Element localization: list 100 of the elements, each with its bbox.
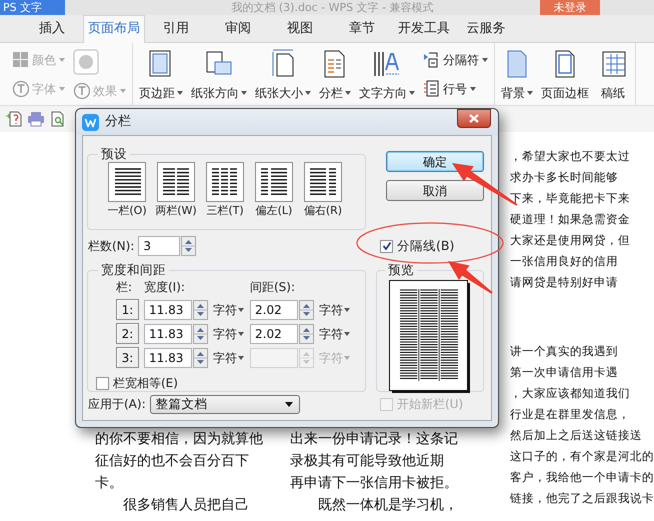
text-line: 录极其有可能导致他近期: [290, 452, 444, 471]
ribbon-button[interactable]: 行号: [423, 80, 488, 98]
ribbon-button[interactable]: 页边距: [135, 43, 187, 105]
equal-width-checkbox[interactable]: [96, 376, 109, 390]
spin-button[interactable]: [299, 300, 314, 320]
ribbon-button[interactable]: 背景: [497, 43, 537, 105]
text-line: 请网贷是特别好申请: [510, 274, 618, 291]
column-header: 栏:: [116, 279, 134, 296]
text-line: 行业是在群里发信息，: [510, 406, 630, 423]
unit-dropdown[interactable]: 字符: [213, 348, 245, 366]
unit-dropdown[interactable]: 字符: [319, 324, 351, 342]
width-field[interactable]: 11.83: [144, 348, 192, 368]
text-line: 大家还是使用网贷，但: [510, 232, 630, 249]
unit-dropdown[interactable]: 字符: [319, 300, 351, 318]
apply-to-dropdown[interactable]: 整篇文档: [150, 394, 300, 414]
checkbox-label: 开始新栏(U): [397, 396, 464, 413]
text-line: 下来，毕竟能把卡下来: [510, 190, 630, 207]
line-number-icon: [423, 80, 440, 97]
spin-button[interactable]: [193, 348, 208, 368]
text-line: 求办卡多长时间能够: [510, 169, 618, 186]
text-line: 硬道理！如果急需资金: [510, 211, 630, 228]
ok-button[interactable]: 确定: [386, 151, 484, 172]
text-line: ，希望大家也不要太过: [510, 148, 630, 165]
text-line: 很多销售人员把自己: [122, 496, 249, 515]
text-line: 链接，他完了之后跟我说卡: [510, 490, 654, 507]
width-field[interactable]: 11.83: [144, 300, 192, 320]
app-menu-button[interactable]: PS 文字: [0, 0, 65, 15]
preset-button[interactable]: [206, 162, 244, 202]
cancel-button[interactable]: 取消: [386, 180, 484, 201]
printer-icon[interactable]: [27, 111, 45, 127]
text-line: ，大家应该都知道我们: [510, 385, 630, 402]
dialog-title: 分栏: [105, 113, 131, 132]
text-line: 卡。: [95, 474, 123, 493]
ribbon-tab[interactable]: 页面布局: [83, 15, 145, 43]
preset-label: 一栏(O): [107, 203, 147, 219]
preset-label: 三栏(T): [206, 203, 244, 219]
print-preview-icon[interactable]: [50, 111, 66, 127]
spin-button[interactable]: [181, 236, 196, 256]
ribbon-button[interactable]: 分栏: [315, 43, 355, 105]
spacing-field[interactable]: 2.02: [250, 300, 298, 320]
column-number-button[interactable]: 2:: [116, 323, 139, 344]
new-document-icon[interactable]: [6, 111, 22, 127]
preset-label: 两栏(W): [155, 203, 197, 219]
column-count-field[interactable]: 3: [138, 236, 180, 256]
width-field[interactable]: 11.83: [144, 324, 192, 344]
group-label: 预设: [100, 146, 128, 162]
separator-checkbox[interactable]: [380, 240, 393, 252]
annotation-arrow: [448, 261, 493, 294]
checkbox-label: 栏宽相等(E): [113, 375, 178, 392]
ribbon-tab[interactable]: 云服务: [455, 15, 517, 42]
text-line: 征信好的也不会百分百下: [95, 452, 249, 471]
column-number-button[interactable]: 3:: [116, 347, 139, 368]
column-header: 宽度(I):: [144, 279, 186, 296]
close-button[interactable]: [457, 109, 491, 128]
ribbon-tab[interactable]: 章节: [331, 15, 393, 42]
ribbon-tab[interactable]: 视图: [269, 15, 331, 42]
window-title: 我的文档 (3).doc - WPS 文字 - 兼容模式: [230, 0, 435, 15]
close-icon: [469, 114, 479, 123]
field-label: 应用于(A):: [88, 396, 146, 413]
ribbon-tab[interactable]: 引用: [145, 15, 207, 42]
separator-icon: [423, 51, 440, 68]
text-line: 这口子的，有个家是河北的: [510, 448, 654, 465]
ribbon-button[interactable]: 分隔符: [423, 50, 488, 68]
preset-button[interactable]: [255, 162, 293, 202]
color-grid-icon: [12, 51, 29, 68]
ribbon-button[interactable]: 页面边框: [537, 43, 593, 105]
spin-button[interactable]: [193, 300, 208, 320]
unit-dropdown[interactable]: 字符: [213, 300, 245, 318]
column-number-button[interactable]: 1:: [116, 299, 139, 320]
unit-dropdown: 字符: [319, 348, 351, 366]
preset-button[interactable]: [157, 162, 195, 202]
group-label: 预览: [387, 262, 415, 278]
text-line: 然后加上之后送这链接送: [510, 427, 642, 444]
ribbon-button[interactable]: 文字方向: [355, 43, 419, 105]
ribbon-button[interactable]: 纸张大小: [251, 43, 315, 105]
spin-button[interactable]: [299, 324, 314, 344]
ribbon-button[interactable]: 纸张方向: [187, 43, 251, 105]
ribbon-tab[interactable]: 插入: [21, 15, 83, 42]
text-line: 既然一体机是学习机，: [317, 496, 458, 515]
text-line: 讲一个真实的我遇到: [510, 343, 618, 360]
preset-button[interactable]: [304, 162, 342, 202]
text-line: 客户，我给他一个申请卡的: [510, 469, 654, 486]
text-line: 一张信用良好的信用: [510, 253, 618, 270]
preset-label: 偏右(R): [304, 203, 342, 219]
group-label: 宽度和间距: [100, 262, 167, 278]
app-logo-icon: [82, 114, 99, 130]
preset-button[interactable]: [108, 162, 146, 202]
text-line: 第一次申请信用卡遇: [510, 364, 618, 381]
unit-dropdown[interactable]: 字符: [213, 324, 245, 342]
text-line: 出来一份申请记录！这条记: [290, 430, 458, 449]
preset-label: 偏左(L): [256, 203, 292, 219]
spin-button[interactable]: [193, 324, 208, 344]
ribbon-tab[interactable]: 审阅: [207, 15, 269, 42]
ribbon-button[interactable]: 稿纸: [593, 43, 633, 105]
ribbon-tab[interactable]: 开发工具: [393, 15, 455, 42]
spacing-field[interactable]: 2.02: [250, 324, 298, 344]
column-header: 间距(S):: [250, 279, 296, 296]
text-line: 的你不要相信，因为就算他: [95, 430, 263, 449]
text-line: 再申请下一张信用卡被拒。: [290, 474, 458, 493]
checkbox-label: 分隔线(B): [397, 236, 454, 255]
